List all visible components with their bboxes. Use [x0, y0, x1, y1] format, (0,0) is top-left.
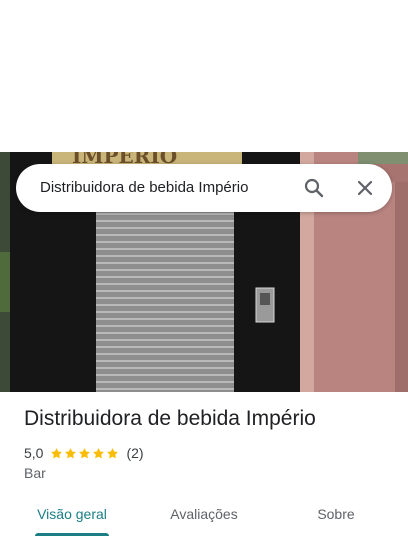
star-rating	[50, 447, 120, 460]
star-icon	[51, 447, 63, 458]
close-icon[interactable]	[353, 176, 377, 200]
tab-about[interactable]: Sobre	[312, 500, 360, 528]
star-icon	[65, 447, 77, 458]
tab-reviews[interactable]: Avaliações	[164, 500, 244, 528]
blank-map-area	[0, 0, 408, 152]
star-icon	[79, 447, 91, 458]
active-tab-indicator	[35, 533, 109, 536]
rating-value: 5,0	[24, 445, 44, 461]
tab-overview[interactable]: Visão geral	[35, 500, 109, 528]
rating-row[interactable]: 5,0 (2)	[24, 444, 144, 462]
search-input[interactable]: Distribuidora de bebida Império	[40, 164, 248, 212]
star-icon	[107, 447, 119, 458]
review-count[interactable]: (2)	[126, 445, 143, 461]
place-title: Distribuidora de bebida Império	[24, 407, 316, 430]
search-bar[interactable]: Distribuidora de bebida Império	[16, 164, 392, 212]
tab-bar: Visão geral Avaliações Sobre	[0, 500, 408, 544]
star-icon	[93, 447, 105, 458]
place-category[interactable]: Bar	[24, 465, 46, 481]
search-icon[interactable]	[302, 176, 326, 200]
